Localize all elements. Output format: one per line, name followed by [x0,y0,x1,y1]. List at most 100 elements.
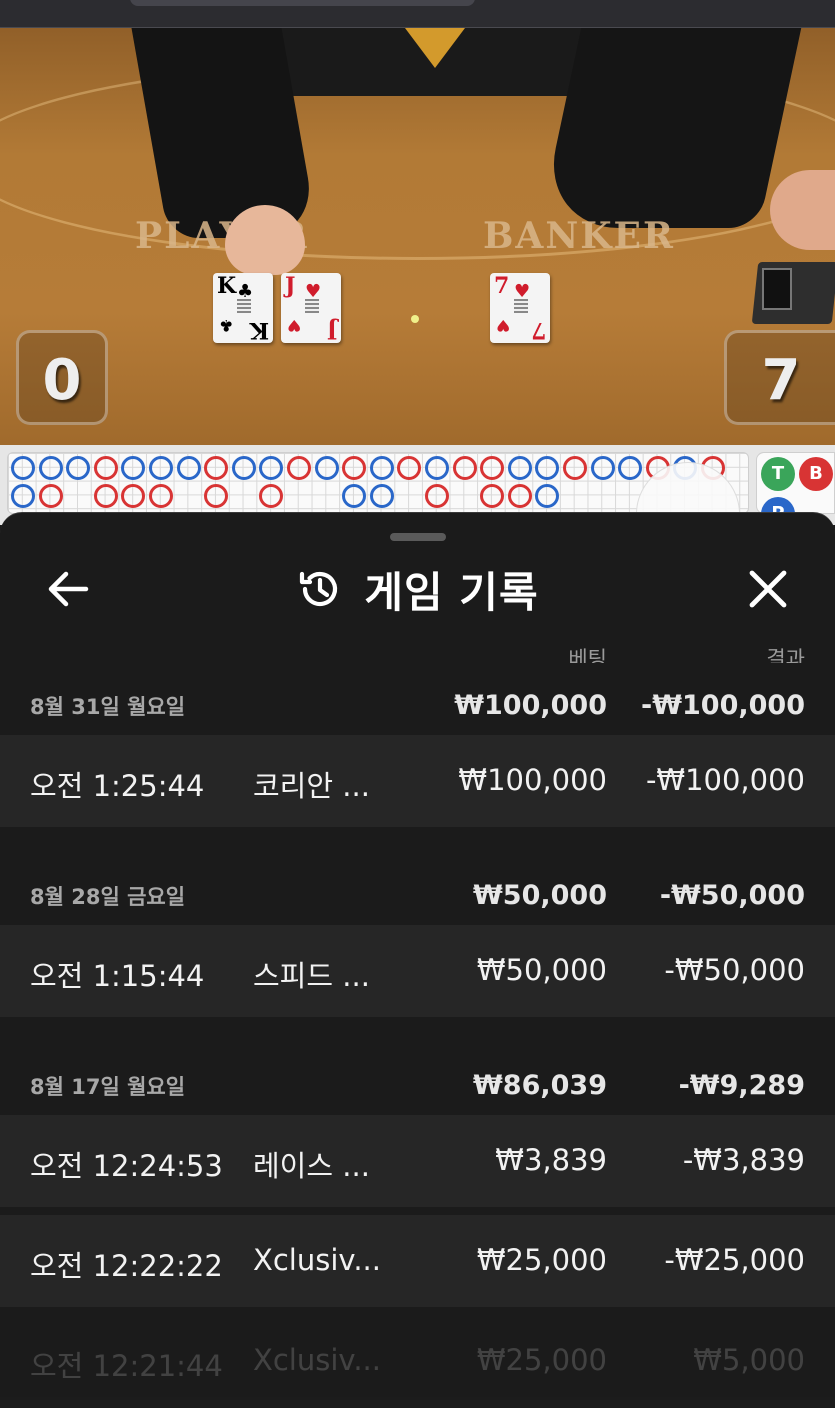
banker-bead [397,456,422,480]
banker-bead [452,456,477,480]
banker-bead [38,483,63,508]
card-rank: K [249,317,269,343]
banker-label: BANKER [483,215,675,257]
row-bet: ₩3,839 [495,1143,607,1177]
banker-card-1: 7 ♥ ♥ 7 [490,273,550,343]
row-game: 코리안 ... [253,769,370,803]
status-bar [0,0,835,28]
player-bead [149,456,173,480]
row-result: ₩5,000 [693,1343,805,1377]
group-date: 8월 17일 월요일 [30,1075,186,1099]
row-bet: ₩50,000 [476,953,607,987]
player-card-2: J ♥ ♥ J [281,273,341,343]
row-result: -₩3,839 [682,1143,805,1177]
player-bead [425,456,449,480]
player-bead [535,456,560,480]
player-bead [342,483,367,508]
history-icon [300,571,338,607]
player-bead [507,456,532,480]
row-time: 오전 12:24:53 [30,1149,223,1183]
close-icon [749,570,787,608]
card-suit: ♥ [287,316,302,335]
banker-chip: B [799,457,833,491]
group-bet-total: ₩100,000 [454,690,607,721]
row-game: 스피드 ... [253,959,370,993]
group-date: 8월 28일 금요일 [30,885,186,909]
table-marker [411,315,419,323]
banker-bead [507,483,532,508]
card-shoe-slot [762,268,792,310]
banker-bead [259,483,284,508]
group-date: 8월 31일 월요일 [30,695,186,719]
card-suit: ♣ [219,316,234,335]
banker-bead [425,483,449,508]
tie-chip: T [761,457,795,491]
player-bead [11,483,35,508]
player-bead [369,456,394,480]
player-bead [314,456,339,480]
group-result-total: -₩50,000 [659,880,805,911]
close-button[interactable] [740,561,796,617]
row-result: -₩50,000 [664,953,805,987]
player-bead [66,456,91,480]
player-bead [176,456,201,480]
row-divider [0,1307,835,1315]
banker-bead [287,456,311,480]
card-rank: 7 [494,273,510,299]
banker-bead [342,456,367,480]
row-result: -₩100,000 [645,763,805,797]
card-rank: J [326,317,337,343]
banker-chip-label: B [809,463,823,484]
player-score: 0 [16,330,108,425]
player-bead [618,456,643,480]
history-row[interactable]: 오전 12:22:22 Xclusiv... ₩25,000 -₩25,000 [0,1215,835,1307]
player-bead [231,456,256,480]
player-bead [11,456,35,480]
banker-bead [149,483,173,508]
banker-bead [480,483,505,508]
row-divider [0,1207,835,1215]
row-bet: ₩25,000 [476,1343,607,1377]
player-bead [535,483,560,508]
player-bead [369,483,394,508]
banker-score: 7 [724,330,835,425]
sheet-drag-handle[interactable] [390,533,446,541]
tie-chip-label: T [771,463,785,484]
player-bead [121,456,146,480]
group-result-total: -₩100,000 [641,690,805,721]
group-bet-total: ₩86,039 [473,1070,607,1101]
card-rank: 7 [530,317,546,343]
row-bet: ₩100,000 [458,763,607,797]
row-game: Xclusiv... [253,1343,381,1377]
banker-bead [204,456,229,480]
banker-bead [93,456,118,480]
dealer-left-hand [225,205,305,275]
url-pill [130,0,475,6]
history-row[interactable]: 오전 12:21:44 Xclusiv... ₩25,000 ₩5,000 [0,1315,835,1407]
player-bead [259,456,284,480]
banker-bead [563,456,587,480]
player-card-1: K ♣ ♣ K [213,273,273,343]
dealer-right-arm [538,28,802,228]
dealer-right-hand [770,170,835,250]
history-row[interactable]: 오전 1:15:44 스피드 ... ₩50,000 -₩50,000 [0,925,835,1017]
player-bead [38,456,63,480]
row-result: -₩25,000 [664,1243,805,1277]
date-group-header: 8월 31일 월요일 ₩100,000 -₩100,000 [0,663,835,735]
group-bet-total: ₩50,000 [473,880,607,911]
player-bead [590,456,615,480]
row-time: 오전 12:21:44 [30,1349,223,1383]
banker-bead [480,456,505,480]
history-row[interactable]: 오전 1:25:44 코리안 ... ₩100,000 -₩100,000 [0,735,835,827]
card-rank: K [217,273,237,299]
row-game: 레이스 ... [253,1149,370,1183]
road-side-panel: T B P [756,452,835,531]
group-result-total: -₩9,289 [678,1070,805,1101]
live-video: PLAYER BANKER K ♣ ♣ K J ♥ ♥ J 7 ♥ ♥ 7 0 … [0,0,835,445]
row-game: Xclusiv... [253,1243,381,1277]
history-row[interactable]: 오전 12:24:53 레이스 ... ₩3,839 -₩3,839 [0,1115,835,1207]
banker-bead [121,483,146,508]
row-bet: ₩25,000 [476,1243,607,1277]
sheet-header: 게임 기록 [0,559,835,619]
row-time: 오전 1:15:44 [30,959,205,993]
